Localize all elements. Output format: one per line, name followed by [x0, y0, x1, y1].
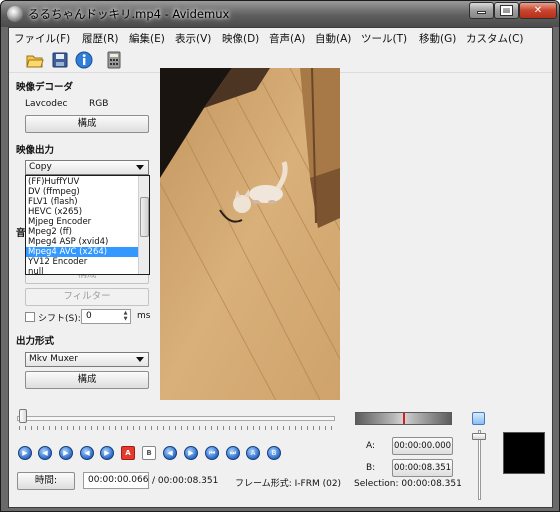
- maximize-button[interactable]: [494, 2, 519, 19]
- play-icon[interactable]: ▶: [18, 446, 32, 460]
- frame-type: フレーム形式: I-FRM (02): [235, 479, 342, 489]
- menu-audio[interactable]: 音声(A): [269, 31, 305, 46]
- minimize-button[interactable]: [469, 2, 494, 19]
- menu-auto[interactable]: 自動(A): [315, 31, 351, 46]
- avidemux-app-icon[interactable]: [7, 6, 23, 22]
- set-marker-a-icon[interactable]: A: [121, 446, 135, 460]
- close-icon: ✕: [533, 5, 543, 16]
- volume-slider-track[interactable]: [478, 430, 481, 500]
- prev-black-icon[interactable]: ◀: [163, 446, 177, 460]
- next-frame-icon[interactable]: ▶: [100, 446, 114, 460]
- output-format-select[interactable]: Mkv Muxer: [25, 352, 149, 367]
- video-output-select[interactable]: Copy: [25, 160, 149, 175]
- save-disk-icon[interactable]: [51, 51, 69, 69]
- window-title: るるちゃんドッキリ.mp4 - Avidemux: [28, 7, 230, 21]
- marker-b-button[interactable]: 00:00:08.351: [392, 459, 453, 477]
- minimize-icon: [477, 11, 486, 14]
- dropdown-option[interactable]: DV (ffmpeg): [26, 187, 138, 197]
- dropdown-option[interactable]: Mjpeg Encoder: [26, 217, 138, 227]
- prev-frame-icon[interactable]: ◀: [80, 446, 94, 460]
- menu-file[interactable]: ファイル(F): [14, 31, 70, 46]
- open-folder-icon[interactable]: [26, 51, 44, 69]
- menu-tools[interactable]: ツール(T): [361, 31, 407, 46]
- video-output-selected: Copy: [29, 162, 52, 172]
- shift-unit: ms: [137, 311, 151, 321]
- menu-view[interactable]: 表示(V): [175, 31, 211, 46]
- total-time: / 00:00:08.351: [152, 476, 219, 486]
- goto-marker-a-icon[interactable]: A: [246, 446, 260, 460]
- maximize-icon: [500, 5, 513, 16]
- dropdown-option[interactable]: YV12 Encoder: [26, 257, 138, 267]
- decoder-config-button[interactable]: 構成: [25, 115, 149, 133]
- next-black-icon[interactable]: ▶: [184, 446, 198, 460]
- current-time-field[interactable]: 00:00:00.066: [83, 472, 149, 489]
- menu-video[interactable]: 映像(D): [222, 31, 259, 46]
- marker-a-button[interactable]: 00:00:00.000: [392, 437, 453, 455]
- marker-b-label: B:: [366, 463, 376, 473]
- calculator-icon[interactable]: [105, 51, 123, 69]
- audio-strip: [355, 412, 452, 425]
- avidemux-window: るるちゃんドッキリ.mp4 - Avidemux ✕ ファイル(F) 履歴(R)…: [0, 0, 560, 512]
- audio-strip-marker: [403, 413, 405, 424]
- menu-edit[interactable]: 編集(E): [129, 31, 165, 46]
- dropdown-scrollbar[interactable]: [138, 176, 149, 274]
- main-client-area: ファイル(F) 履歴(R) 編集(E) 表示(V) 映像(D) 音声(A) 自動…: [8, 27, 553, 508]
- video-decoder-label: 映像デコーダ: [16, 82, 74, 93]
- dropdown-option[interactable]: (FF)HuffYUV: [26, 177, 138, 187]
- dropdown-scroll-thumb[interactable]: [140, 197, 149, 237]
- set-marker-b-icon[interactable]: B: [142, 446, 156, 460]
- menu-bar: ファイル(F) 履歴(R) 編集(E) 表示(V) 映像(D) 音声(A) 自動…: [9, 28, 552, 47]
- shift-checkbox[interactable]: [25, 312, 35, 322]
- output-format-selected: Mkv Muxer: [29, 354, 78, 364]
- dropdown-option[interactable]: Mpeg4 ASP (xvid4): [26, 237, 138, 247]
- dropdown-option[interactable]: null: [26, 267, 138, 274]
- dropdown-option[interactable]: Mpeg2 (ff): [26, 227, 138, 237]
- seek-slider-track[interactable]: [17, 416, 335, 421]
- rewind-icon[interactable]: ◀: [38, 446, 52, 460]
- info-icon[interactable]: [75, 51, 93, 69]
- shift-label: シフト(S):: [38, 314, 81, 324]
- volume-icon[interactable]: [472, 412, 485, 425]
- chevron-down-icon: [136, 357, 144, 362]
- marker-a-label: A:: [366, 441, 376, 451]
- dropdown-option[interactable]: FLV1 (flash): [26, 197, 138, 207]
- menu-history[interactable]: 履歴(R): [82, 31, 119, 46]
- video-preview: [160, 68, 340, 400]
- dropdown-option-selected[interactable]: Mpeg4 AVC (x264): [26, 247, 138, 257]
- chevron-down-icon: [136, 165, 144, 170]
- first-frame-icon[interactable]: ⏮: [205, 446, 219, 460]
- video-output-label: 映像出力: [16, 145, 55, 156]
- seek-slider-handle[interactable]: [19, 409, 27, 423]
- close-button[interactable]: ✕: [519, 2, 557, 19]
- decoder-codec-name: Lavcodec: [25, 99, 68, 109]
- video-frame-image: [160, 68, 340, 400]
- time-button[interactable]: 時間:: [17, 472, 75, 490]
- audio-meter: [503, 432, 545, 474]
- selection-duration: Selection: 00:00:08.351: [354, 479, 462, 489]
- goto-marker-b-icon[interactable]: B: [267, 446, 281, 460]
- volume-slider-handle[interactable]: [472, 433, 486, 440]
- seek-slider-ticks: [19, 426, 335, 430]
- title-bar[interactable]: るるちゃんドッキリ.mp4 - Avidemux ✕: [1, 1, 559, 27]
- video-output-dropdown[interactable]: (FF)HuffYUV DV (ffmpeg) FLV1 (flash) HEV…: [25, 175, 150, 275]
- shift-stepper-icon[interactable]: ▲ ▼: [121, 310, 130, 323]
- last-frame-icon[interactable]: ⏭: [226, 446, 240, 460]
- format-config-button[interactable]: 構成: [25, 371, 149, 389]
- audio-filter-button[interactable]: フィルター: [25, 288, 149, 306]
- menu-go[interactable]: 移動(G): [419, 31, 456, 46]
- fast-forward-icon[interactable]: ▶: [59, 446, 73, 460]
- decoder-codec-format: RGB: [89, 99, 109, 109]
- menu-custom[interactable]: カスタム(C): [466, 31, 524, 46]
- output-format-label: 出力形式: [16, 336, 55, 347]
- dropdown-option[interactable]: HEVC (x265): [26, 207, 138, 217]
